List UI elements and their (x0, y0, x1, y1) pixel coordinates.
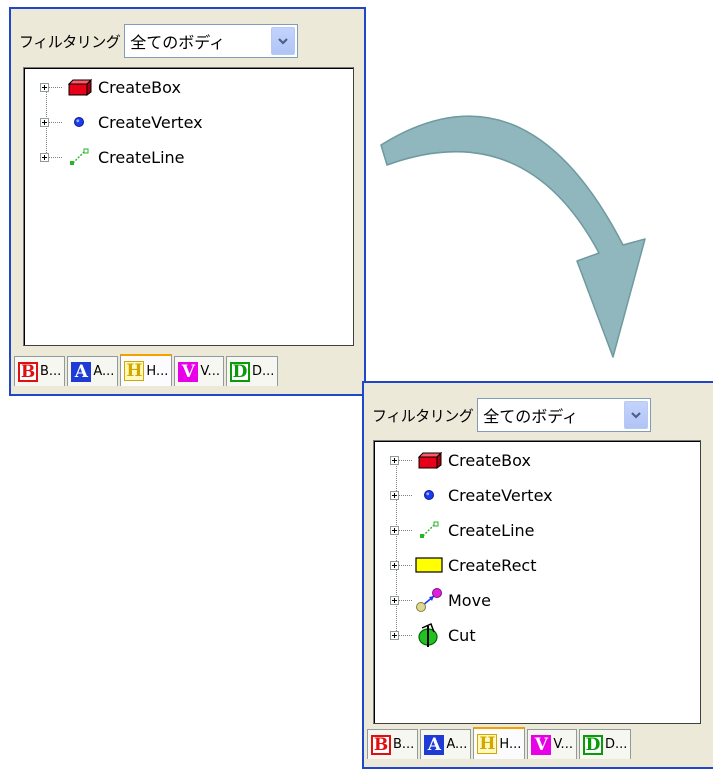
tab-b[interactable]: B B... (14, 356, 66, 386)
expand-icon[interactable] (390, 595, 399, 605)
vertex-icon (412, 484, 446, 506)
tree-node-createbox[interactable]: CreateBox (390, 450, 531, 470)
tab-label: A... (93, 364, 115, 379)
history-panel-after: フィルタリング 全てのボディ CreateBox CreateVertex Cr… (362, 381, 713, 769)
tree-node-move[interactable]: Move (390, 588, 491, 612)
tree-node-label: CreateBox (98, 77, 181, 97)
tab-label: B... (40, 364, 62, 379)
filter-dropdown[interactable]: 全てのボディ (477, 398, 652, 432)
vertex-icon (62, 111, 96, 133)
chevron-down-icon[interactable] (271, 27, 296, 55)
tree-node-cut[interactable]: Cut (390, 622, 476, 647)
expand-icon[interactable] (390, 630, 399, 640)
d-tab-icon: D (582, 734, 603, 755)
tree-node-label: Move (448, 590, 491, 610)
tree-node-createvertex[interactable]: CreateVertex (40, 112, 203, 132)
tree-node-label: CreateLine (448, 520, 535, 540)
rect-icon (412, 554, 446, 576)
expand-icon[interactable] (40, 117, 49, 127)
tree-node-label: CreateBox (448, 450, 531, 470)
tab-b[interactable]: B B... (367, 729, 419, 759)
filter-label: フィルタリング (19, 32, 121, 51)
filter-label: フィルタリング (372, 406, 474, 425)
tree-node-createvertex[interactable]: CreateVertex (390, 485, 553, 505)
category-tabbar: B B... A A... H H... V V... D D... (14, 354, 280, 388)
a-tab-icon: A (424, 734, 445, 755)
tab-v[interactable]: V V... (174, 356, 224, 386)
tree-node-label: CreateVertex (98, 112, 203, 132)
v-tab-icon: V (531, 734, 552, 755)
line-icon (412, 519, 446, 541)
filter-dropdown[interactable]: 全てのボディ (124, 24, 299, 58)
tab-a[interactable]: A A... (67, 356, 119, 386)
tab-v[interactable]: V V... (527, 729, 577, 759)
tab-h[interactable]: H H... (473, 727, 526, 759)
history-panel-before: フィルタリング 全てのボディ CreateBox CreateVertex Cr… (9, 7, 366, 396)
expand-icon[interactable] (40, 82, 49, 92)
tree-node-createline[interactable]: CreateLine (40, 147, 185, 167)
expand-icon[interactable] (40, 152, 49, 162)
tree-node-createbox[interactable]: CreateBox (40, 77, 181, 97)
move-icon (412, 588, 446, 612)
tab-label: H... (499, 736, 522, 752)
box-icon (412, 449, 446, 471)
tree-node-label: CreateVertex (448, 485, 553, 505)
chevron-down-icon[interactable] (624, 401, 649, 429)
h-tab-icon: H (477, 734, 498, 754)
tab-h[interactable]: H H... (120, 354, 173, 386)
tab-label: A... (446, 737, 468, 752)
expand-icon[interactable] (390, 560, 399, 570)
tab-label: B... (393, 737, 415, 752)
history-tree: CreateBox CreateVertex CreateLine (23, 67, 354, 346)
tree-node-label: CreateRect (448, 555, 537, 575)
category-tabbar: B B... A A... H H... V V... D D... (367, 727, 633, 761)
curved-arrow-icon (380, 115, 646, 358)
a-tab-icon: A (71, 361, 92, 382)
tree-node-label: Cut (448, 625, 476, 645)
expand-icon[interactable] (390, 490, 399, 500)
tab-label: V... (200, 364, 220, 379)
tab-d[interactable]: D D... (578, 729, 632, 759)
filter-row: フィルタリング 全てのボディ (372, 397, 652, 433)
filter-row: フィルタリング 全てのボディ (19, 23, 299, 59)
tab-label: H... (146, 363, 169, 379)
tree-node-label: CreateLine (98, 147, 185, 167)
tab-label: V... (553, 737, 573, 752)
tab-a[interactable]: A A... (420, 729, 472, 759)
b-tab-icon: B (371, 734, 391, 755)
line-icon (62, 146, 96, 168)
tree-node-createrect[interactable]: CreateRect (390, 555, 536, 575)
tab-d[interactable]: D D... (225, 356, 279, 386)
v-tab-icon: V (178, 361, 199, 382)
expand-icon[interactable] (390, 525, 399, 535)
expand-icon[interactable] (390, 455, 399, 465)
tab-label: D... (251, 364, 275, 379)
d-tab-icon: D (229, 361, 250, 382)
box-icon (62, 76, 96, 98)
b-tab-icon: B (18, 361, 38, 382)
cut-icon (412, 622, 446, 647)
tree-node-createline[interactable]: CreateLine (390, 520, 535, 540)
tab-label: D... (604, 737, 628, 752)
history-tree: CreateBox CreateVertex CreateLine Create… (373, 440, 701, 724)
h-tab-icon: H (124, 361, 145, 381)
